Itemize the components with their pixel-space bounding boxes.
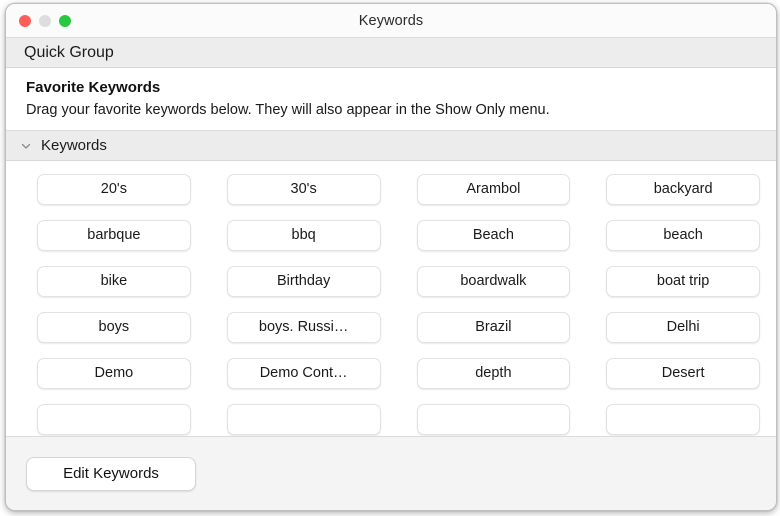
zoom-button-icon[interactable]: [59, 15, 71, 27]
keywords-section-header[interactable]: Keywords: [6, 130, 776, 161]
keyword-pill[interactable]: Demo Cont…: [227, 358, 381, 389]
minimize-button-icon[interactable]: [39, 15, 51, 27]
favorite-keywords-section: Favorite Keywords Drag your favorite key…: [6, 68, 776, 130]
keyword-pill[interactable]: [227, 404, 381, 435]
keyword-pill[interactable]: backyard: [606, 174, 760, 205]
keywords-grid: 20's 30's Arambol backyard barbque bbq B…: [6, 161, 776, 435]
keyword-pill[interactable]: bike: [37, 266, 191, 297]
edit-keywords-button[interactable]: Edit Keywords: [26, 457, 196, 491]
keyword-pill[interactable]: bbq: [227, 220, 381, 251]
keywords-scroll-area[interactable]: 20's 30's Arambol backyard barbque bbq B…: [6, 161, 776, 436]
keyword-pill[interactable]: Beach: [417, 220, 571, 251]
keyword-pill[interactable]: Desert: [606, 358, 760, 389]
keyword-pill[interactable]: depth: [417, 358, 571, 389]
keyword-pill[interactable]: [37, 404, 191, 435]
chevron-down-icon[interactable]: [20, 140, 32, 152]
quick-group-label: Quick Group: [24, 44, 114, 62]
keyword-pill[interactable]: barbque: [37, 220, 191, 251]
keyword-pill[interactable]: boys. Russi…: [227, 312, 381, 343]
favorite-keywords-description: Drag your favorite keywords below. They …: [26, 100, 716, 121]
keyword-pill[interactable]: beach: [606, 220, 760, 251]
keyword-pill[interactable]: Birthday: [227, 266, 381, 297]
keyword-pill[interactable]: Demo: [37, 358, 191, 389]
window-title: Keywords: [6, 13, 776, 29]
window-bottom-bar: Edit Keywords: [6, 436, 776, 510]
keyword-pill[interactable]: [417, 404, 571, 435]
keyword-pill[interactable]: 30's: [227, 174, 381, 205]
screen: Keywords Quick Group Favorite Keywords D…: [0, 0, 780, 516]
keyword-pill[interactable]: 20's: [37, 174, 191, 205]
keyword-pill[interactable]: Brazil: [417, 312, 571, 343]
keyword-pill[interactable]: boardwalk: [417, 266, 571, 297]
keyword-pill[interactable]: Arambol: [417, 174, 571, 205]
close-button-icon[interactable]: [19, 15, 31, 27]
keyword-pill[interactable]: boat trip: [606, 266, 760, 297]
keyword-pill[interactable]: [606, 404, 760, 435]
window-titlebar: Keywords: [6, 4, 776, 38]
keywords-section-title: Keywords: [41, 137, 107, 154]
keyword-pill[interactable]: Delhi: [606, 312, 760, 343]
traffic-light-group: [19, 15, 71, 27]
keywords-window: Keywords Quick Group Favorite Keywords D…: [5, 3, 777, 511]
quick-group-bar[interactable]: Quick Group: [6, 38, 776, 68]
keyword-pill[interactable]: boys: [37, 312, 191, 343]
favorite-keywords-title: Favorite Keywords: [26, 78, 756, 98]
